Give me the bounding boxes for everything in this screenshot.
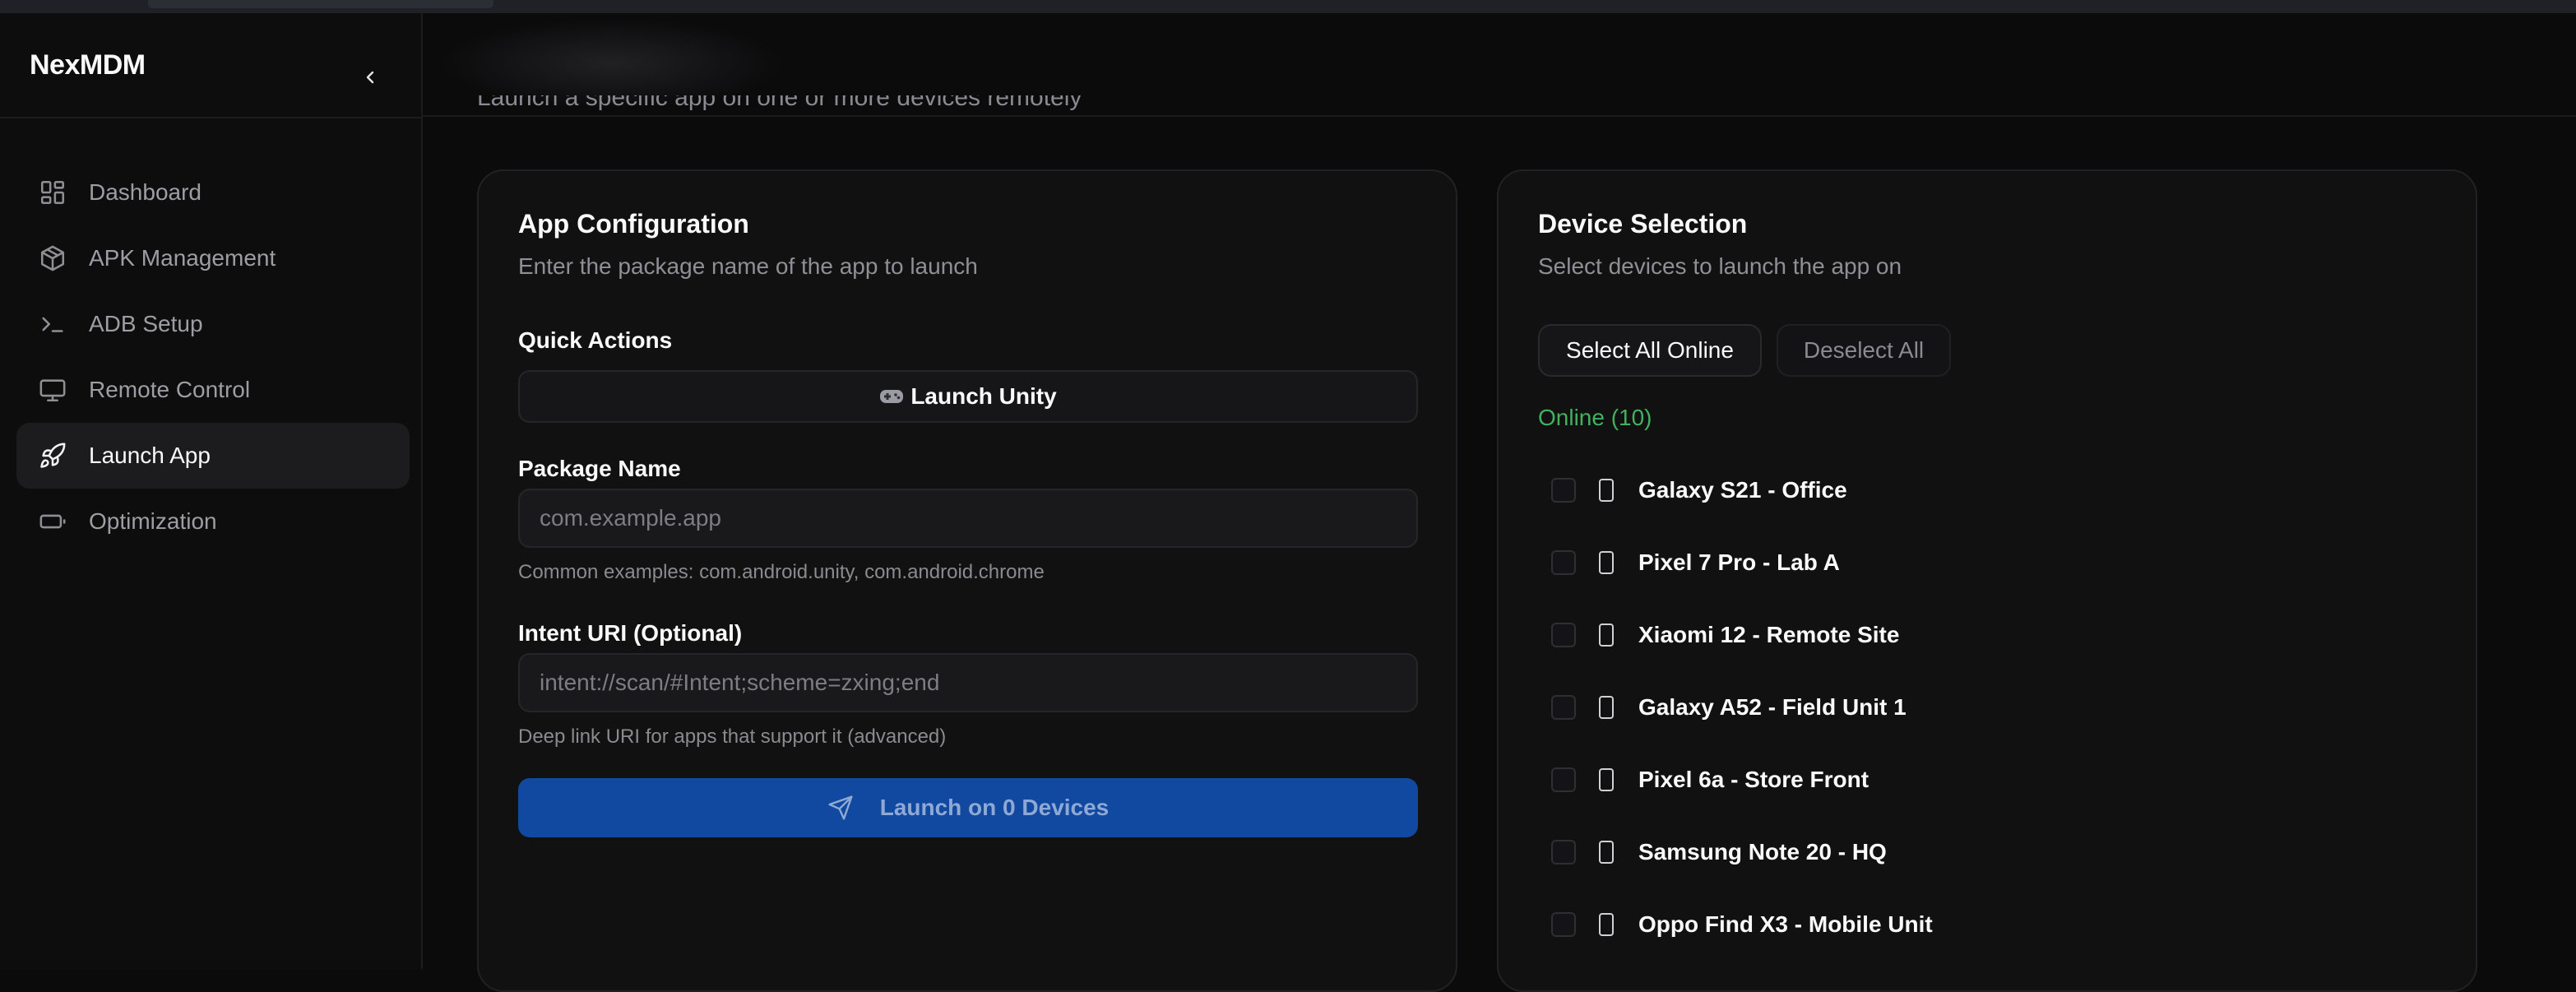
- device-name: Galaxy S21 - Office: [1638, 477, 1847, 503]
- deselect-all-button[interactable]: Deselect All: [1777, 324, 1951, 377]
- launch-unity-button[interactable]: Launch Unity: [518, 370, 1418, 423]
- sidebar-nav: Dashboard APK Management ADB Setup Remot…: [16, 160, 410, 554]
- package-name-hint: Common examples: com.android.unity, com.…: [518, 561, 1045, 583]
- monitor-icon: [38, 375, 67, 405]
- device-row[interactable]: Samsung Note 20 - HQ: [1538, 816, 2361, 888]
- device-list: Galaxy S21 - Office Pixel 7 Pro - Lab A …: [1538, 454, 2361, 961]
- device-checkbox[interactable]: [1551, 478, 1576, 503]
- device-name: Xiaomi 12 - Remote Site: [1638, 622, 1900, 647]
- sidebar-item-label: Launch App: [89, 443, 211, 468]
- dashboard-icon: [38, 178, 67, 207]
- browser-top-strip: [0, 0, 2576, 13]
- launch-button[interactable]: Launch on 0 Devices: [518, 778, 1418, 837]
- sidebar-item-optimization[interactable]: Optimization: [16, 489, 410, 554]
- sidebar-item-apk-management[interactable]: APK Management: [16, 225, 410, 291]
- launch-unity-label: Launch Unity: [910, 383, 1057, 409]
- smartphone-icon: [1597, 912, 1615, 937]
- chevron-left-icon: [366, 71, 374, 84]
- card-description: Select devices to launch the app on: [1538, 253, 1902, 279]
- device-name: Samsung Note 20 - HQ: [1638, 839, 1887, 865]
- sidebar-item-label: Dashboard: [89, 179, 202, 205]
- brand-logo: NexMDM: [30, 49, 146, 81]
- sidebar-item-launch-app[interactable]: Launch App: [16, 423, 410, 489]
- select-all-online-button[interactable]: Select All Online: [1538, 324, 1762, 377]
- quick-actions-label: Quick Actions: [518, 327, 673, 353]
- device-name: Pixel 6a - Store Front: [1638, 767, 1869, 792]
- device-checkbox[interactable]: [1551, 840, 1576, 865]
- browser-tab[interactable]: [148, 0, 493, 8]
- sidebar-item-adb-setup[interactable]: ADB Setup: [16, 291, 410, 357]
- smartphone-icon: [1597, 767, 1615, 792]
- sidebar-item-label: APK Management: [89, 245, 276, 271]
- device-checkbox[interactable]: [1551, 912, 1576, 937]
- gamepad-icon: [879, 387, 904, 406]
- sidebar-item-remote-control[interactable]: Remote Control: [16, 357, 410, 423]
- device-checkbox[interactable]: [1551, 695, 1576, 720]
- online-count-label: Online (10): [1538, 405, 1652, 430]
- device-checkbox[interactable]: [1551, 623, 1576, 647]
- launch-button-label: Launch on 0 Devices: [879, 795, 1110, 820]
- collapse-sidebar-button[interactable]: [355, 63, 385, 92]
- device-checkbox[interactable]: [1551, 767, 1576, 792]
- intent-uri-hint: Deep link URI for apps that support it (…: [518, 725, 947, 748]
- device-checkbox[interactable]: [1551, 550, 1576, 575]
- package-name-input[interactable]: [518, 489, 1418, 548]
- device-name: Pixel 7 Pro - Lab A: [1638, 549, 1840, 575]
- device-name: Oppo Find X3 - Mobile Unit: [1638, 911, 1933, 937]
- intent-uri-input[interactable]: [518, 653, 1418, 712]
- sidebar-item-label: Optimization: [89, 508, 217, 534]
- device-row[interactable]: Pixel 7 Pro - Lab A: [1538, 526, 2361, 599]
- device-row[interactable]: Xiaomi 12 - Remote Site: [1538, 599, 2361, 671]
- card-title: Device Selection: [1538, 209, 1748, 239]
- smartphone-icon: [1597, 840, 1615, 865]
- device-name: Galaxy A52 - Field Unit 1: [1638, 694, 1907, 720]
- battery-icon: [38, 507, 67, 536]
- send-icon: [827, 795, 854, 821]
- device-row[interactable]: Galaxy S21 - Office: [1538, 454, 2361, 526]
- device-selection-card: Device Selection Select devices to launc…: [1497, 169, 2477, 992]
- device-row[interactable]: Galaxy A52 - Field Unit 1: [1538, 671, 2361, 744]
- sidebar-item-dashboard[interactable]: Dashboard: [16, 160, 410, 225]
- rocket-icon: [38, 441, 67, 471]
- package-icon: [38, 243, 67, 273]
- sidebar-item-label: ADB Setup: [89, 311, 203, 336]
- app-configuration-card: App Configuration Enter the package name…: [477, 169, 1457, 992]
- smartphone-icon: [1597, 623, 1615, 647]
- smartphone-icon: [1597, 550, 1615, 575]
- device-row[interactable]: Oppo Find X3 - Mobile Unit: [1538, 888, 2361, 961]
- sidebar: NexMDM Dashboard APK Management ADB Setu…: [0, 13, 423, 969]
- sidebar-item-label: Remote Control: [89, 377, 251, 402]
- package-name-label: Package Name: [518, 456, 681, 481]
- device-row[interactable]: Pixel 6a - Store Front: [1538, 744, 2361, 816]
- terminal-icon: [38, 309, 67, 339]
- intent-uri-label: Intent URI (Optional): [518, 620, 743, 646]
- sidebar-divider: [0, 117, 423, 118]
- smartphone-icon: [1597, 695, 1615, 720]
- page-subtitle: Launch a specific app on one or more dev…: [477, 95, 1082, 111]
- card-title: App Configuration: [518, 209, 749, 239]
- card-description: Enter the package name of the app to lau…: [518, 253, 978, 279]
- smartphone-icon: [1597, 478, 1615, 503]
